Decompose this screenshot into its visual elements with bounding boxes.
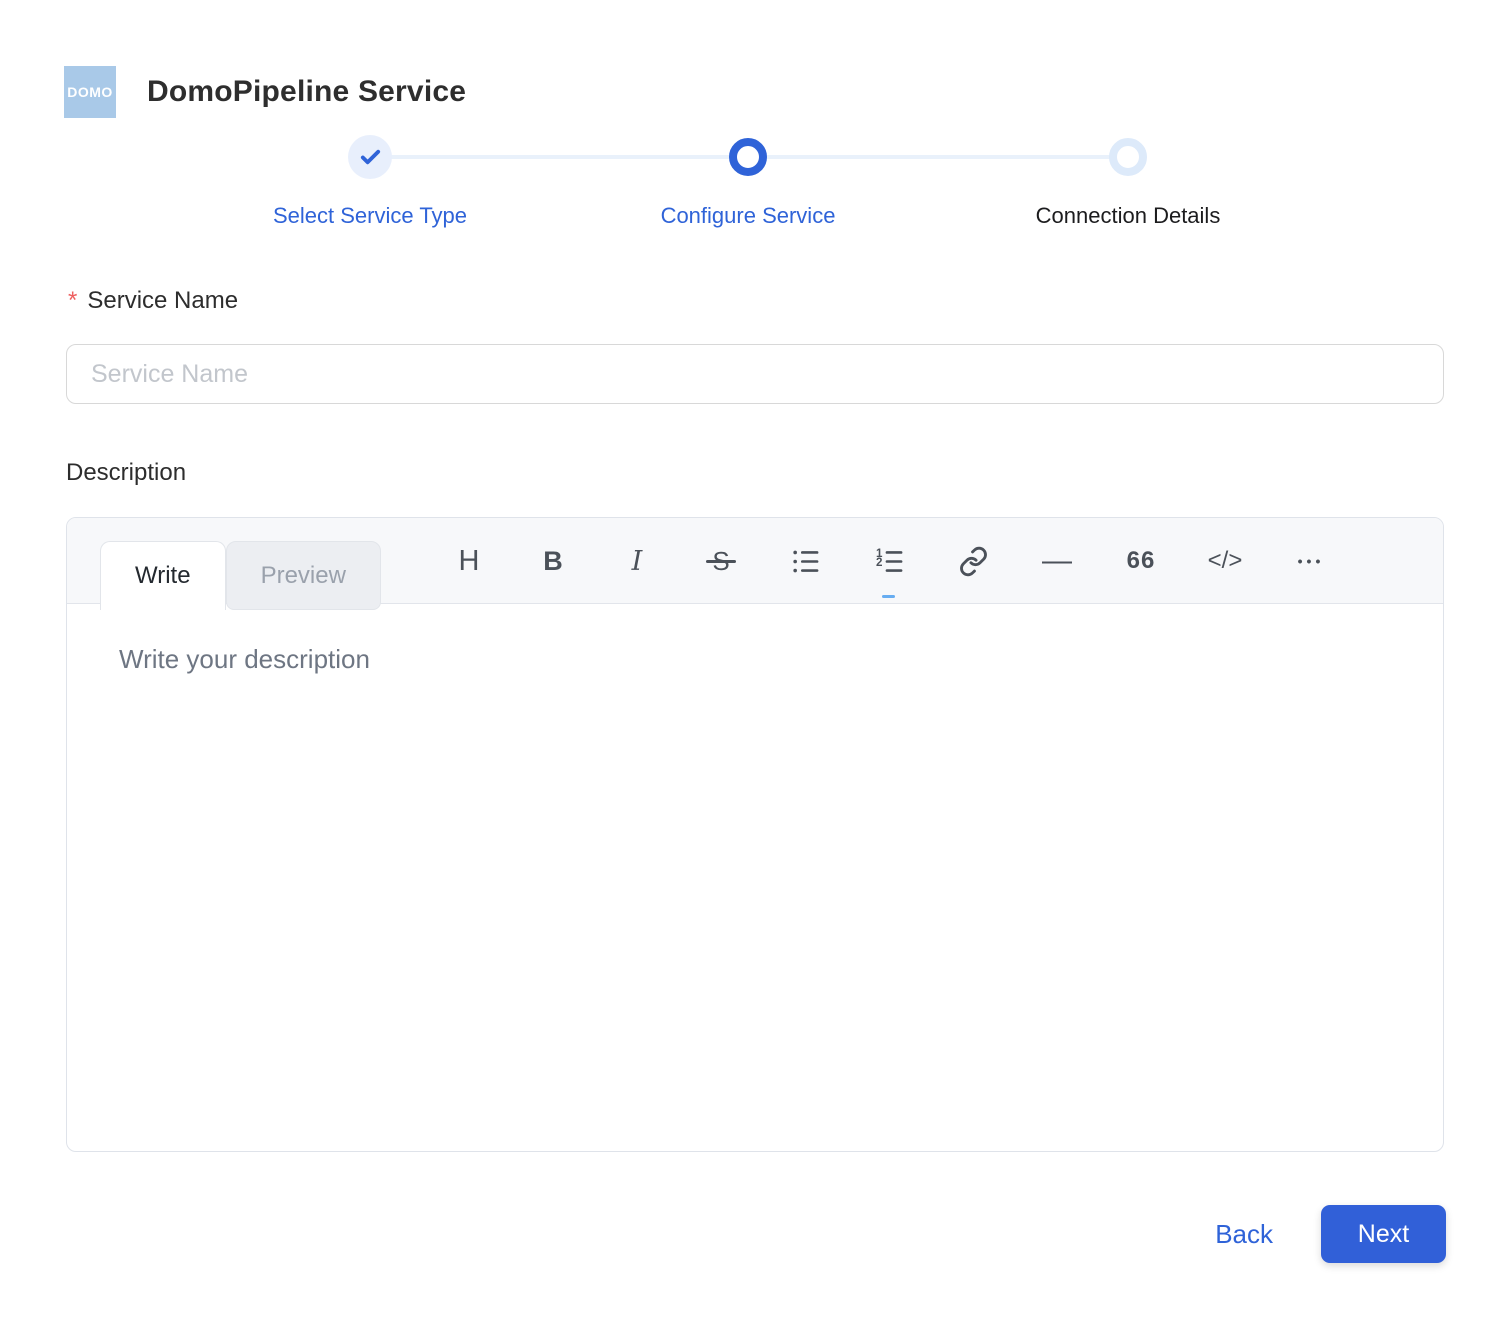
footer-actions: Back Next [1215, 1205, 1446, 1263]
horizontal-rule-icon[interactable]: — [1037, 537, 1077, 585]
strikethrough-icon[interactable]: S [701, 537, 741, 585]
step-label: Select Service Type [272, 203, 468, 228]
editor-tabs: Write Preview [100, 541, 381, 610]
editor-header: Write Preview H B I S 1 2 — 66 </> ••• [67, 518, 1443, 610]
check-icon [360, 149, 380, 164]
unordered-list-icon[interactable] [785, 537, 825, 585]
required-asterisk: * [68, 287, 78, 314]
heading-icon[interactable]: H [449, 537, 489, 585]
step-complete-circle [348, 135, 392, 179]
svg-text:2: 2 [875, 556, 881, 569]
editor-toolbar: H B I S 1 2 — 66 </> ••• [449, 518, 1329, 604]
page-title: DomoPipeline Service [147, 75, 467, 108]
editor-body [67, 604, 1443, 1152]
description-editor: Write Preview H B I S 1 2 — 66 </> ••• W… [66, 517, 1444, 1152]
ordered-list-icon[interactable]: 1 2 [869, 537, 909, 598]
service-name-label-text: Service Name [87, 287, 239, 314]
back-button[interactable]: Back [1215, 1219, 1273, 1250]
ordered-list-indicator [882, 595, 895, 598]
service-name-input[interactable] [66, 344, 1444, 404]
domo-logo: DOMO [64, 66, 116, 118]
wizard-page: DOMO DomoPipeline Service Select Service… [0, 0, 1506, 1330]
more-icon[interactable]: ••• [1289, 537, 1329, 585]
step-label: Configure Service [660, 203, 836, 228]
stepper: Select Service Type Configure Service Co… [0, 135, 1506, 255]
service-name-label: * Service Name [68, 287, 238, 315]
tab-write[interactable]: Write [100, 541, 226, 610]
quote-icon[interactable]: 66 [1121, 537, 1161, 585]
next-button[interactable]: Next [1321, 1205, 1446, 1263]
tab-preview[interactable]: Preview [225, 541, 381, 610]
description-textarea[interactable] [67, 604, 1443, 1152]
step-upcoming-circle [1109, 138, 1147, 176]
app-header: DOMO DomoPipeline Service [64, 66, 466, 118]
step-active-circle [729, 138, 767, 176]
bold-icon[interactable]: B [533, 537, 573, 585]
step-label: Connection Details [1035, 203, 1221, 228]
code-icon[interactable]: </> [1205, 537, 1245, 585]
link-icon[interactable] [953, 537, 993, 585]
description-label: Description [66, 459, 187, 486]
italic-icon[interactable]: I [617, 537, 657, 585]
